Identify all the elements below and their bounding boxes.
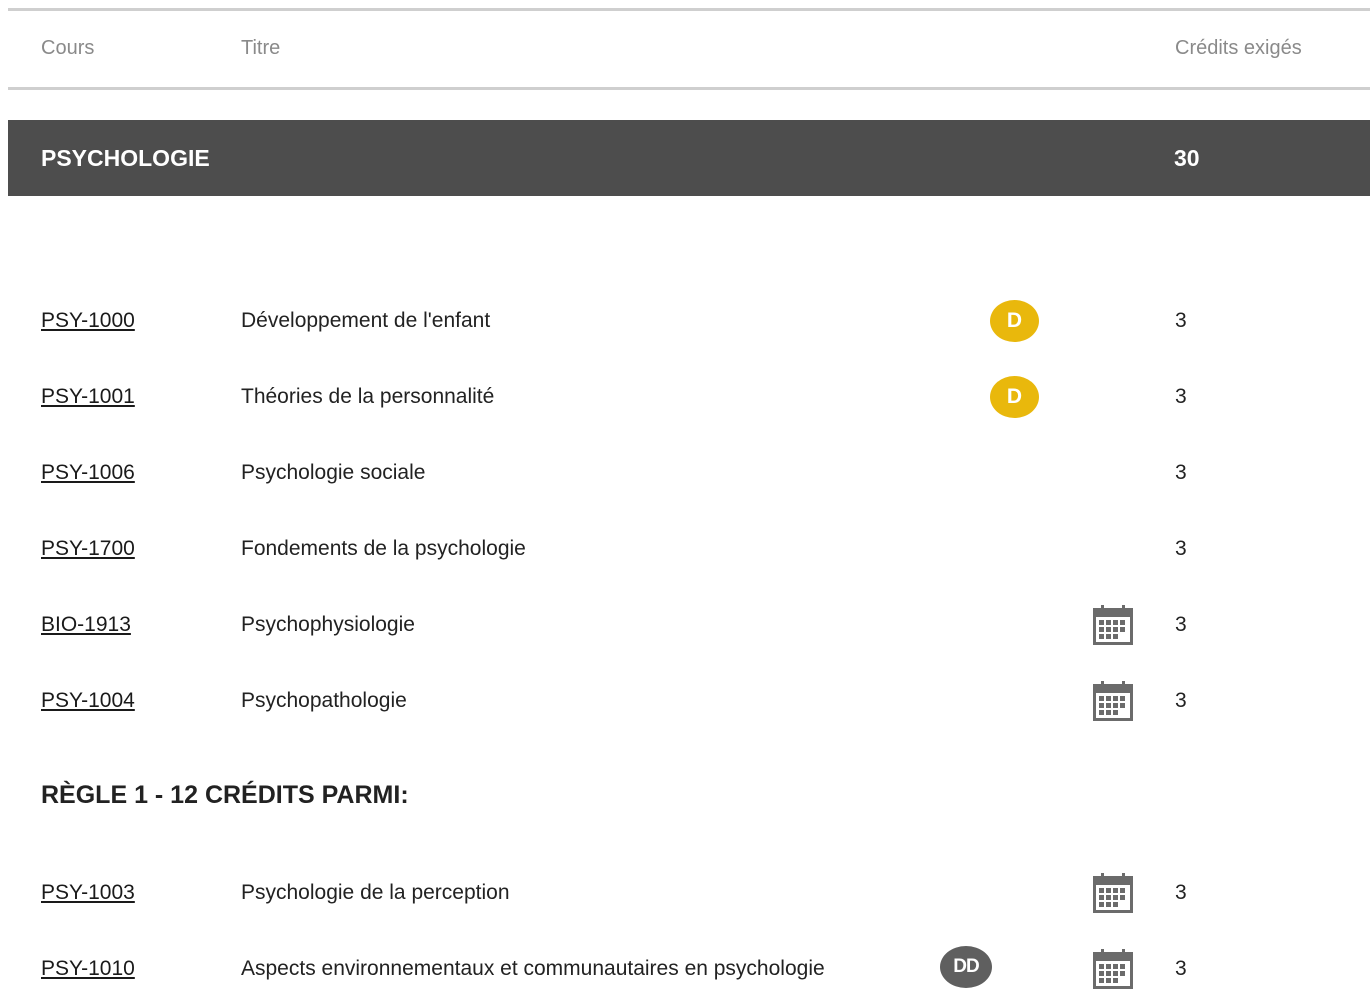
course-credits: 3 — [1175, 385, 1187, 408]
course-row: PSY-1010 Aspects environnementaux et com… — [0, 944, 1370, 994]
header-credits: Crédits exigés — [1175, 37, 1302, 59]
course-credits: 3 — [1175, 461, 1187, 484]
course-title: Aspects environnementaux et communautair… — [241, 957, 825, 980]
course-title: Psychologie sociale — [241, 461, 426, 484]
section-header-psychologie: PSYCHOLOGIE 30 — [8, 120, 1370, 196]
header-course: Cours — [41, 37, 95, 59]
course-code-link[interactable]: PSY-1000 — [41, 309, 135, 333]
course-title: Développement de l'enfant — [241, 309, 491, 332]
section-credits: 30 — [1174, 145, 1200, 171]
course-code-link[interactable]: PSY-1010 — [41, 957, 135, 981]
dd-badge-icon: DD — [940, 946, 992, 988]
calendar-icon[interactable] — [1092, 873, 1134, 915]
header-divider — [8, 87, 1370, 90]
program-courses-panel: Cours Titre Crédits exigés PSYCHOLOGIE 3… — [0, 0, 1370, 989]
course-row: PSY-1700 Fondements de la psychologie 3 — [0, 524, 1370, 574]
course-code-link[interactable]: PSY-1003 — [41, 881, 135, 905]
course-credits: 3 — [1175, 957, 1187, 980]
course-credits: 3 — [1175, 689, 1187, 712]
section-title: PSYCHOLOGIE — [41, 145, 210, 171]
course-code-link[interactable]: PSY-1004 — [41, 689, 135, 713]
d-badge-icon: D — [990, 376, 1039, 418]
course-title: Psychophysiologie — [241, 613, 415, 636]
course-title: Théories de la personnalité — [241, 385, 495, 408]
calendar-icon[interactable] — [1092, 681, 1134, 723]
course-credits: 3 — [1175, 881, 1187, 904]
course-code-link[interactable]: PSY-1700 — [41, 537, 135, 561]
course-credits: 3 — [1175, 537, 1187, 560]
course-code-link[interactable]: PSY-1006 — [41, 461, 135, 485]
course-row: PSY-1001 Théories de la personnalité D 3 — [0, 372, 1370, 422]
course-title: Psychologie de la perception — [241, 881, 510, 904]
course-title: Fondements de la psychologie — [241, 537, 526, 560]
course-row: PSY-1004 Psychopathologie 3 — [0, 676, 1370, 726]
course-row: BIO-1913 Psychophysiologie 3 — [0, 600, 1370, 650]
course-row: PSY-1000 Développement de l'enfant D 3 — [0, 296, 1370, 346]
course-title: Psychopathologie — [241, 689, 407, 712]
d-badge-icon: D — [990, 300, 1039, 342]
course-credits: 3 — [1175, 309, 1187, 332]
calendar-icon[interactable] — [1092, 949, 1134, 991]
course-code-link[interactable]: BIO-1913 — [41, 613, 131, 637]
course-row: PSY-1003 Psychologie de la perception 3 — [0, 868, 1370, 918]
course-code-link[interactable]: PSY-1001 — [41, 385, 135, 409]
rule-heading: RÈGLE 1 - 12 CRÉDITS PARMI: — [41, 781, 409, 809]
course-credits: 3 — [1175, 613, 1187, 636]
top-divider — [8, 8, 1370, 11]
header-title: Titre — [241, 37, 281, 59]
course-row: PSY-1006 Psychologie sociale 3 — [0, 448, 1370, 498]
calendar-icon[interactable] — [1092, 605, 1134, 647]
